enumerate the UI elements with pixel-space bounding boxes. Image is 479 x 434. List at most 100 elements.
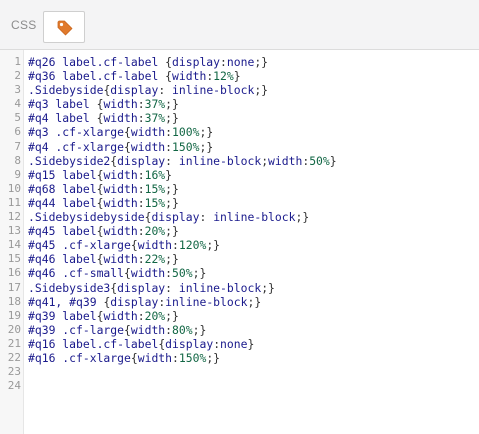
code-token: ;} [192,266,207,281]
code-line[interactable]: 8 .Sidebyside2{display: inline-block;widt… [0,154,479,168]
code-line[interactable]: 22 #q16 .cf-xlarge{width:150%;} [0,351,479,365]
code-token: ;} [254,55,269,69]
code-line[interactable]: 1 #q26 label.cf-label {display:none;} [0,55,479,69]
code-line[interactable]: 15 #q46 label{width:22%;} [0,252,479,266]
code-line[interactable]: 17 .Sidebyside3{display: inline-block;} [0,281,479,295]
code-line[interactable]: 23 [0,365,479,379]
tag-button[interactable] [43,11,85,43]
code-token: 12% [213,69,234,84]
code-token: : [165,153,179,168]
code-line[interactable]: 14 #q45 .cf-xlarge{width:120%;} [0,238,479,252]
code-token: width [130,139,166,154]
code-token: #q39 label [28,308,97,323]
code-line[interactable]: 4 #q3 label {width:37%;} [0,97,479,111]
line-number: 18 [7,294,21,308]
code-line[interactable]: 19 #q39 label{width:20%;} [0,309,479,323]
line-number: 23 [7,365,21,379]
code-line[interactable]: 10 #q68 label{width:15%;} [0,182,479,196]
code-token: ;} [192,322,207,337]
code-line[interactable]: 12 .Sidebysidebyside{display: inline-bloc… [0,210,479,224]
code-token: 150% [178,350,207,365]
code-token: ;} [199,125,214,140]
line-number: 19 [7,308,21,322]
code-token: : [137,308,145,323]
code-token: display [110,294,159,309]
code-token: 100% [172,125,200,140]
code-token: #q68 label [28,181,97,196]
code-token: width [103,252,138,267]
code-token: .Sidebysidebyside [28,210,145,225]
code-token: display [110,83,159,98]
line-number: 20 [7,322,21,336]
code-token: #q39 .cf-large [28,322,125,337]
code-token: width [130,266,166,281]
code-token: display [151,210,200,225]
code-token: 20% [144,308,166,323]
code-token: ;} [165,252,179,267]
code-text: #q39 .cf-large{width:80%;} [28,323,206,337]
code-text: #q3 .cf-xlarge{width:100%;} [28,125,213,139]
line-number: 9 [14,167,21,181]
code-token: 120% [178,238,207,253]
code-text: #q4 label {width:37%;} [28,111,179,125]
code-token: } [329,153,337,168]
code-token: ;} [165,308,179,323]
line-number: 21 [7,336,21,350]
code-text: #q26 label.cf-label {display:none;} [28,55,268,69]
code-token: inline-block [213,210,296,225]
code-line[interactable]: 11 #q44 label{width:15%;} [0,196,479,210]
line-number: 10 [7,181,21,195]
code-line[interactable]: 6 #q3 .cf-xlarge{width:100%;} [0,125,479,139]
code-token: .Sidebyside3 [28,280,111,295]
code-line[interactable]: 9 #q15 label{width:16%} [0,168,479,182]
code-line[interactable]: 18 #q41, #q39 {display:inline-block;} [0,295,479,309]
code-text: #q46 .cf-small{width:50%;} [28,266,206,280]
line-number: 15 [7,252,21,266]
code-token: : [137,167,145,182]
code-line[interactable]: 5 #q4 label {width:37%;} [0,111,479,125]
code-text: #q4 .cf-xlarge{width:150%;} [28,140,213,154]
code-token: width [103,111,138,126]
code-line[interactable]: 16 #q46 .cf-small{width:50%;} [0,266,479,280]
code-line[interactable]: 7 #q4 .cf-xlarge{width:150%;} [0,140,479,154]
code-token: ;} [247,294,262,309]
code-token: none [220,336,248,351]
line-number: 22 [7,350,21,364]
code-line[interactable]: 24 [0,379,479,393]
code-token: 150% [172,139,200,154]
line-number: 3 [14,83,21,97]
code-line[interactable]: 13 #q45 label{width:20%;} [0,224,479,238]
code-token: inline-block [172,83,255,98]
code-token: #q3 label [28,97,97,112]
line-number: 12 [7,210,21,224]
code-text: .Sidebyside3{display: inline-block;} [28,281,275,295]
code-token: #q4 .cf-xlarge [28,139,125,154]
code-text: .Sidebysidebyside{display: inline-block;… [28,210,309,224]
code-line[interactable]: 2 #q36 label.cf-label {width:12%} [0,69,479,83]
code-token: ;} [206,238,221,253]
code-token: none [226,55,255,69]
code-token: 22% [144,252,166,267]
code-token: #q4 label [28,111,97,126]
code-token: #q41, #q39 [28,294,104,309]
code-token: ;} [261,280,275,295]
code-line[interactable]: 20 #q39 .cf-large{width:80%;} [0,323,479,337]
code-token: } [247,336,255,351]
code-text: #q45 label{width:20%;} [28,224,179,238]
code-line[interactable]: 3 .Sidebyside{display: inline-block;} [0,83,479,97]
code-token: : [137,195,145,210]
code-token: ;} [165,181,179,196]
code-token: 15% [144,195,166,210]
code-token: display [117,153,166,168]
code-line[interactable]: 21 #q16 label.cf-label{display:none} [0,337,479,351]
code-token: .Sidebyside2 [28,153,111,168]
code-token: width [268,153,303,168]
code-token: 37% [144,97,166,112]
code-token: { [130,350,138,365]
code-token: width [137,350,173,365]
code-token: : [137,252,145,267]
code-editor[interactable]: 1 #q26 label.cf-label {display:none;} 2 #q3… [0,55,479,393]
code-token: : [172,350,179,365]
code-token: display [165,336,214,351]
code-token: : [165,280,179,295]
